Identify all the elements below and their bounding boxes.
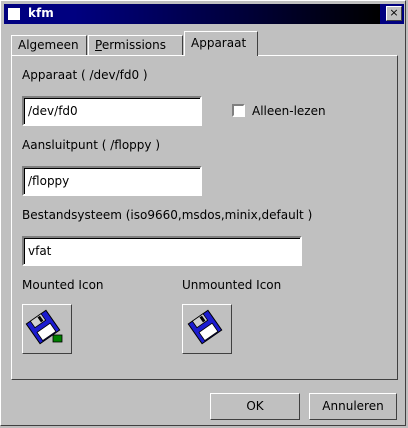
tab-permissions-label: Permissions — [95, 38, 166, 52]
app-icon — [8, 8, 20, 20]
unmounted-icon-button[interactable] — [182, 304, 232, 354]
floppy-mounted-icon — [25, 309, 63, 345]
floppy-icon — [187, 309, 223, 345]
title-gradient — [74, 4, 380, 24]
tab-algemeen[interactable]: Algemeen — [11, 35, 87, 55]
device-input[interactable]: /dev/fd0 — [22, 96, 202, 126]
readonly-label: Alleen-lezen — [252, 104, 326, 118]
filesystem-input[interactable]: vfat — [22, 236, 302, 266]
ok-button[interactable]: OK — [210, 393, 300, 420]
filesystem-label: Bestandsysteem (iso9660,msdos,minix,defa… — [22, 208, 313, 222]
mounted-icon-button[interactable] — [22, 304, 72, 354]
mountpoint-label: Aansluitpunt ( /floppy ) — [22, 138, 161, 152]
device-panel: Apparaat ( /dev/fd0 ) /dev/fd0 Alleen-le… — [11, 55, 398, 380]
tab-permissions[interactable]: Permissions — [88, 35, 183, 55]
close-button[interactable]: × — [386, 6, 402, 21]
window-title: kfm — [28, 6, 54, 20]
tab-apparaat[interactable]: Apparaat — [184, 31, 258, 56]
mounted-icon-label: Mounted Icon — [22, 278, 104, 292]
properties-dialog: kfm × Algemeen Permissions Apparaat Appa… — [0, 0, 406, 426]
mountpoint-input[interactable]: /floppy — [22, 166, 202, 196]
title-bar[interactable]: kfm × — [4, 4, 404, 24]
cancel-button[interactable]: Annuleren — [309, 393, 397, 420]
device-label: Apparaat ( /dev/fd0 ) — [22, 68, 148, 82]
readonly-checkbox[interactable] — [232, 104, 245, 117]
unmounted-icon-label: Unmounted Icon — [182, 278, 282, 292]
